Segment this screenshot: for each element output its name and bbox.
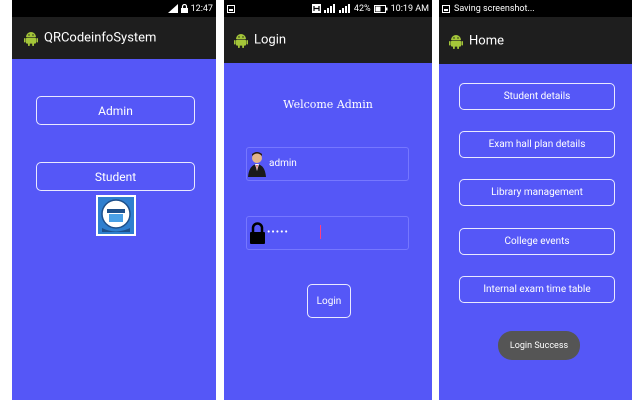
- lock-icon: [180, 4, 188, 13]
- battery-percent: 42%: [353, 3, 371, 14]
- android-app-icon: [234, 34, 248, 48]
- page-title: Home: [469, 33, 504, 48]
- username-value: admin: [269, 158, 297, 169]
- action-bar: QRCodeinfoSystem: [12, 17, 216, 59]
- login-button[interactable]: Login: [307, 284, 351, 318]
- screen-qrcode-home: 12:47 QRCodeinfoSystem Admin Student: [12, 0, 216, 400]
- android-app-icon: [24, 32, 38, 46]
- status-bar: 42% 10:19 AM: [224, 0, 432, 17]
- exam-hall-plan-button[interactable]: Exam hall plan details: [459, 131, 615, 158]
- signal-2-icon: [338, 4, 350, 13]
- welcome-heading: Welcome Admin: [283, 98, 373, 111]
- screen-login: 42% 10:19 AM Login Welcome Admin admin •…: [224, 0, 432, 400]
- status-time: 10:19 AM: [390, 3, 429, 14]
- student-button[interactable]: Student: [36, 162, 195, 191]
- page-title: Login: [254, 32, 287, 48]
- app-title: QRCodeinfoSystem: [44, 30, 157, 46]
- username-field[interactable]: admin: [246, 147, 409, 181]
- signal-icon: [167, 4, 178, 13]
- notification-text: Saving screenshot...: [454, 3, 535, 14]
- status-bar: 12:47: [12, 0, 216, 17]
- screen-home: Saving screenshot... Home Student detail…: [439, 0, 632, 400]
- user-avatar-icon: [248, 152, 266, 177]
- signal-icon: [323, 4, 335, 13]
- text-cursor: [320, 225, 321, 239]
- status-time: 12:47: [190, 3, 213, 14]
- internal-exam-timetable-button[interactable]: Internal exam time table: [459, 276, 615, 303]
- status-bar: Saving screenshot...: [439, 0, 632, 17]
- action-bar: Login: [224, 17, 432, 63]
- image-notification-icon: [227, 4, 235, 13]
- library-management-button[interactable]: Library management: [459, 179, 615, 206]
- password-value: •••••: [267, 227, 289, 238]
- android-app-icon: [449, 34, 463, 49]
- lock-icon: [250, 222, 265, 244]
- admin-button[interactable]: Admin: [36, 96, 195, 125]
- college-logo-icon: [96, 195, 136, 236]
- college-events-button[interactable]: College events: [459, 228, 615, 255]
- password-field[interactable]: •••••: [246, 216, 409, 250]
- battery-icon: [373, 4, 388, 13]
- login-success-toast: Login Success: [498, 331, 580, 360]
- action-bar: Home: [439, 17, 632, 64]
- h-network-icon: [311, 4, 321, 13]
- student-details-button[interactable]: Student details: [459, 83, 615, 110]
- screenshot-icon: [442, 4, 450, 13]
